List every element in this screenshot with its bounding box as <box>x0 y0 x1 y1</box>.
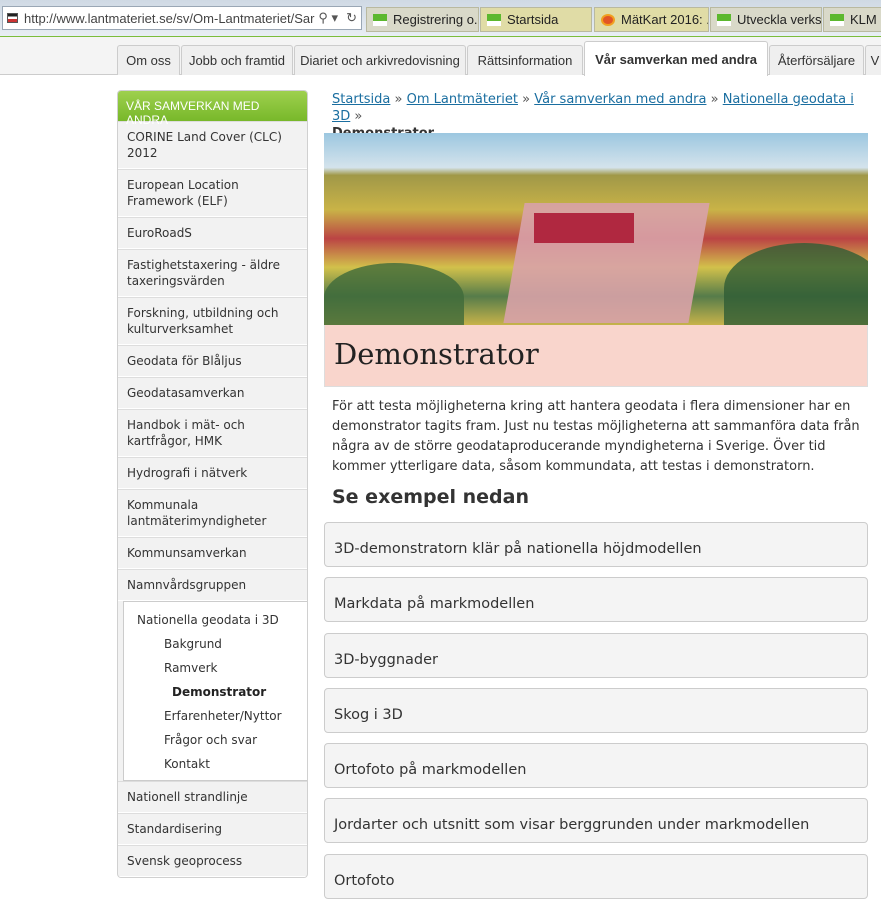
favicon-icon <box>601 13 615 26</box>
sidebar-item[interactable]: Hydrografi i nätverk <box>118 457 307 489</box>
tab-label: Utveckla verks... <box>737 12 822 27</box>
nav-tab[interactable]: Rättsinformation <box>467 45 583 75</box>
nav-tab[interactable]: Diariet och arkivredovisning <box>294 45 466 75</box>
browser-toolbar: http://www.lantmateriet.se/sv/Om-Lantmat… <box>0 0 881 36</box>
sidebar-item[interactable]: Kontakt <box>137 752 307 776</box>
browser-tab[interactable]: Registrering o... <box>366 7 479 32</box>
url-text: http://www.lantmateriet.se/sv/Om-Lantmat… <box>23 10 315 26</box>
browser-tab[interactable]: KLM i <box>823 7 881 32</box>
nav-tab[interactable]: V <box>865 45 881 75</box>
sidebar: VÅR SAMVERKAN MED ANDRA CORINE Land Cove… <box>117 90 308 878</box>
breadcrumb-link[interactable]: Om Lantmäteriet <box>407 92 518 107</box>
sidebar-item[interactable]: Geodata för Blåljus <box>118 345 307 377</box>
sidebar-item[interactable]: CORINE Land Cover (CLC) 2012 <box>118 121 307 169</box>
sidebar-item[interactable]: Handbok i mät- och kartfrågor, HMK <box>118 409 307 457</box>
sidebar-item[interactable]: Ramverk <box>137 656 307 680</box>
tab-label: Startsida <box>507 12 559 27</box>
favicon-icon <box>487 13 501 26</box>
favicon-icon <box>373 13 387 26</box>
example-accordion-item[interactable]: 3D-byggnader <box>324 633 868 678</box>
example-accordion-item[interactable]: Jordarter och utsnitt som visar berggrun… <box>324 798 868 843</box>
site-favicon <box>7 13 18 23</box>
sidebar-item[interactable]: Svensk geoprocess <box>118 845 307 877</box>
sidebar-item[interactable]: Geodatasamverkan <box>118 377 307 409</box>
refresh-icon[interactable]: ↻ <box>342 10 361 26</box>
example-accordion-item[interactable]: 3D-demonstratorn klär på nationella höjd… <box>324 522 868 567</box>
sidebar-item[interactable]: Kommunala lantmäterimyndigheter <box>118 489 307 537</box>
sidebar-item[interactable]: Nationell strandlinje <box>118 781 307 813</box>
breadcrumb-sep: » <box>394 92 403 107</box>
nav-tab[interactable]: Om oss <box>117 45 180 75</box>
address-bar[interactable]: http://www.lantmateriet.se/sv/Om-Lantmat… <box>2 6 362 30</box>
example-accordion-item[interactable]: Skog i 3D <box>324 688 868 733</box>
sidebar-item[interactable]: Standardisering <box>118 813 307 845</box>
intro-text: För att testa möjligheterna kring att ha… <box>332 399 860 474</box>
sidebar-item[interactable]: Kommunsamverkan <box>118 537 307 569</box>
example-accordion-item[interactable]: Markdata på markmodellen <box>324 577 868 622</box>
tab-label: MätKart 2016: ... <box>621 12 709 27</box>
favicon-icon <box>717 13 731 26</box>
browser-tab[interactable]: Startsida <box>480 7 592 32</box>
sidebar-item[interactable]: Demonstrator <box>137 680 307 704</box>
examples-heading: Se exempel nedan <box>332 486 529 508</box>
sidebar-item[interactable]: Bakgrund <box>137 632 307 656</box>
breadcrumb-link[interactable]: Vår samverkan med andra <box>534 92 706 107</box>
nav-tab-active[interactable]: Vår samverkan med andra <box>584 41 768 76</box>
sidebar-item[interactable]: Erfarenheter/Nyttor <box>137 704 307 728</box>
sidebar-item[interactable]: Namnvårdsgruppen <box>118 569 307 601</box>
terrain-shape <box>724 243 868 325</box>
nav-tab[interactable]: Jobb och framtid <box>181 45 293 75</box>
sidebar-item[interactable]: Fastighetstaxering - äldre taxeringsvärd… <box>118 249 307 297</box>
terrain-shape <box>534 213 634 243</box>
example-accordion-item[interactable]: Ortofoto <box>324 854 868 899</box>
breadcrumb-sep: » <box>522 92 531 107</box>
example-accordion-item[interactable]: Ortofoto på markmodellen <box>324 743 868 788</box>
breadcrumb-sep: » <box>710 92 719 107</box>
tab-label: Registrering o... <box>393 12 479 27</box>
sidebar-item[interactable]: EuroRoadS <box>118 217 307 249</box>
sidebar-item-parent[interactable]: Nationella geodata i 3D <box>124 608 307 632</box>
browser-tab[interactable]: MätKart 2016: ... <box>594 7 709 32</box>
sidebar-item[interactable]: Frågor och svar <box>137 728 307 752</box>
search-icon[interactable]: ⚲ ▾ <box>314 10 342 26</box>
favicon-icon <box>830 13 844 26</box>
nav-tab[interactable]: Återförsäljare <box>769 45 864 75</box>
page-title: Demonstrator <box>334 337 539 371</box>
browser-tab[interactable]: Utveckla verks... <box>710 7 822 32</box>
sidebar-header[interactable]: VÅR SAMVERKAN MED ANDRA <box>118 91 307 127</box>
terrain-shape <box>324 263 464 325</box>
sidebar-item[interactable]: European Location Framework (ELF) <box>118 169 307 217</box>
breadcrumb-sep: » <box>354 109 363 124</box>
title-box: Demonstrator <box>324 325 868 387</box>
sidebar-item[interactable]: Forskning, utbildning och kulturverksamh… <box>118 297 307 345</box>
breadcrumb-link[interactable]: Startsida <box>332 92 390 107</box>
sidebar-subtree: Nationella geodata i 3D Bakgrund Ramverk D… <box>123 601 307 781</box>
hero-image-3d-terrain <box>324 133 868 325</box>
tab-label: KLM i <box>850 12 881 27</box>
main-nav: Om oss Jobb och framtid Diariet och arki… <box>0 37 881 76</box>
